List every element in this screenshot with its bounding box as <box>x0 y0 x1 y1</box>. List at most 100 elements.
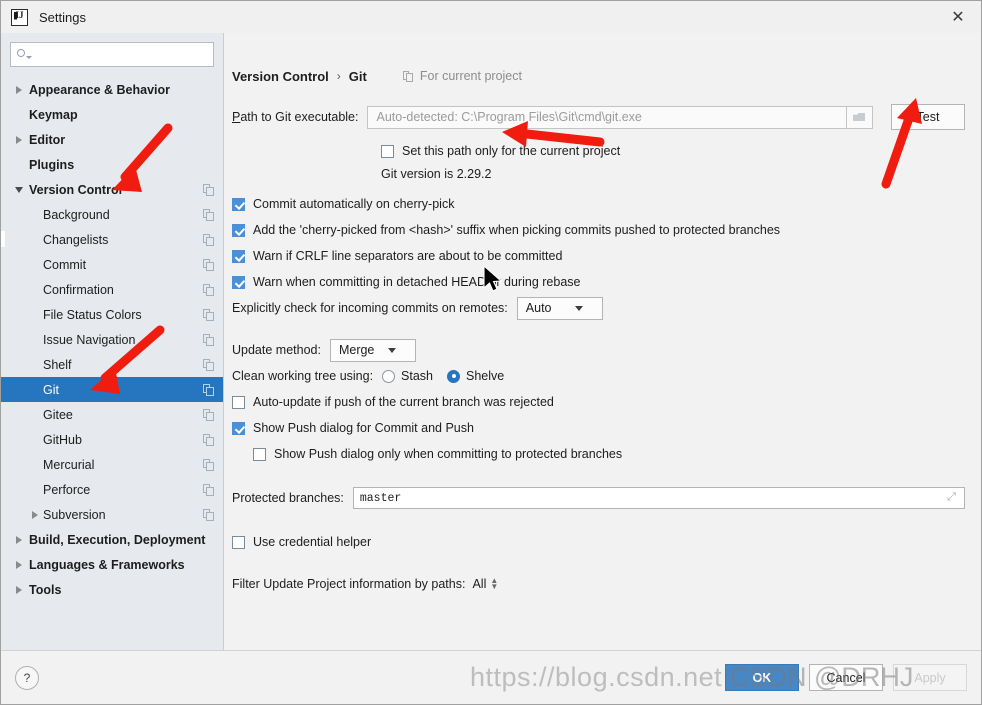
git-option-label: Add the 'cherry-picked from <hash>' suff… <box>253 223 781 237</box>
sidebar-item-appearance-behavior[interactable]: Appearance & Behavior <box>1 77 223 102</box>
update-method-select[interactable]: Merge <box>329 338 416 362</box>
clean-tree-option[interactable]: Shelve <box>447 369 504 383</box>
chevron-down-icon[interactable] <box>11 187 27 193</box>
protected-branches-input[interactable]: master ⤢ <box>352 487 965 509</box>
ok-button[interactable]: OK <box>725 664 799 691</box>
sidebar-item-tools[interactable]: Tools <box>1 577 223 602</box>
breadcrumb-separator: › <box>336 69 341 83</box>
copy-settings-icon[interactable] <box>203 408 215 421</box>
sidebar-item-git[interactable]: Git <box>1 377 223 402</box>
sidebar-item-changelists[interactable]: Changelists <box>1 227 223 252</box>
sidebar-item-file-status-colors[interactable]: File Status Colors <box>1 302 223 327</box>
chevron-right-icon[interactable] <box>11 86 27 94</box>
expand-icon[interactable]: ⤢ <box>947 492 958 504</box>
sidebar-item-commit[interactable]: Commit <box>1 252 223 277</box>
footer-button-group: OK Cancel Apply <box>715 664 967 691</box>
search-icon <box>17 48 32 61</box>
breadcrumb-root[interactable]: Version Control <box>232 69 329 84</box>
close-icon[interactable]: ✕ <box>935 1 981 32</box>
show-push-protected-row[interactable]: Show Push dialog only when committing to… <box>232 441 965 467</box>
chevron-right-icon[interactable] <box>11 586 27 594</box>
git-option-checkbox[interactable] <box>232 223 245 237</box>
incoming-commits-select[interactable]: Auto <box>516 296 603 320</box>
sidebar-item-plugins[interactable]: Plugins <box>1 152 223 177</box>
chevron-down-icon <box>381 348 403 353</box>
copy-settings-icon[interactable] <box>203 233 215 246</box>
sidebar-item-languages-frameworks[interactable]: Languages & Frameworks <box>1 552 223 577</box>
copy-settings-icon[interactable] <box>203 333 215 346</box>
copy-settings-icon[interactable] <box>203 183 215 196</box>
protected-branches-row: Protected branches: master ⤢ <box>232 483 965 513</box>
help-button[interactable]: ? <box>15 665 39 690</box>
git-option-row[interactable]: Add the 'cherry-picked from <hash>' suff… <box>232 217 965 243</box>
protected-branches-value: master <box>359 491 402 505</box>
sidebar-item-github[interactable]: GitHub <box>1 427 223 452</box>
chevron-right-icon[interactable] <box>27 511 43 519</box>
show-push-dialog-checkbox[interactable] <box>232 421 245 435</box>
sidebar-item-keymap[interactable]: Keymap <box>1 102 223 127</box>
cancel-button[interactable]: Cancel <box>809 664 883 691</box>
copy-settings-icon[interactable] <box>203 458 215 471</box>
copy-settings-icon[interactable] <box>203 383 215 396</box>
sidebar-item-label: Changelists <box>43 232 109 247</box>
sidebar-item-version-control[interactable]: Version Control <box>1 177 223 202</box>
filter-paths-stepper[interactable]: All ▲ ▼ <box>472 577 498 592</box>
git-option-row[interactable]: Warn when committing in detached HEAD or… <box>232 269 965 295</box>
clean-tree-option[interactable]: Stash <box>382 369 433 383</box>
git-executable-input[interactable]: Auto-detected: C:\Program Files\Git\cmd\… <box>367 105 847 129</box>
copy-settings-icon[interactable] <box>203 433 215 446</box>
radio-button[interactable] <box>382 369 396 383</box>
chevron-right-icon[interactable] <box>11 136 27 144</box>
credential-helper-row[interactable]: Use credential helper <box>232 529 965 555</box>
git-option-checkbox[interactable] <box>232 197 245 211</box>
window-title: Settings <box>39 9 86 25</box>
sidebar-item-gitee[interactable]: Gitee <box>1 402 223 427</box>
credential-helper-checkbox[interactable] <box>232 535 245 549</box>
sidebar-item-label: Editor <box>29 132 66 147</box>
test-button[interactable]: Test <box>891 104 965 130</box>
sidebar-item-background[interactable]: Background <box>1 202 223 227</box>
show-push-dialog-row[interactable]: Show Push dialog for Commit and Push <box>232 415 965 441</box>
breadcrumb-leaf: Git <box>348 68 367 84</box>
sidebar-item-build-execution-deployment[interactable]: Build, Execution, Deployment <box>1 527 223 552</box>
git-option-row[interactable]: Warn if CRLF line separators are about t… <box>232 243 965 269</box>
copy-settings-icon[interactable] <box>203 208 215 221</box>
copy-settings-icon[interactable] <box>203 483 215 496</box>
auto-update-row[interactable]: Auto-update if push of the current branc… <box>232 389 965 415</box>
radio-button[interactable] <box>447 369 461 383</box>
sidebar-item-perforce[interactable]: Perforce <box>1 477 223 502</box>
sidebar-search-wrap <box>1 42 223 77</box>
clean-tree-option-label: Stash <box>401 369 434 383</box>
sidebar-item-mercurial[interactable]: Mercurial <box>1 452 223 477</box>
browse-folder-button[interactable] <box>847 105 873 129</box>
sidebar-item-issue-navigation[interactable]: Issue Navigation <box>1 327 223 352</box>
git-executable-row: Path to Git executable: Auto-detected: C… <box>232 104 965 130</box>
copy-settings-icon[interactable] <box>203 358 215 371</box>
git-version-text: Git version is 2.29.2 <box>381 167 492 181</box>
sidebar-item-editor[interactable]: Editor <box>1 127 223 152</box>
copy-settings-icon[interactable] <box>203 283 215 296</box>
auto-update-checkbox[interactable] <box>232 395 245 409</box>
copy-settings-icon[interactable] <box>203 258 215 271</box>
copy-settings-icon[interactable] <box>203 508 215 521</box>
sidebar-item-subversion[interactable]: Subversion <box>1 502 223 527</box>
sidebar-item-label: File Status Colors <box>43 307 142 322</box>
set-path-current-project-row[interactable]: Set this path only for the current proje… <box>381 139 965 163</box>
chevron-right-icon[interactable] <box>11 561 27 569</box>
git-option-checkbox[interactable] <box>232 249 245 263</box>
sidebar-item-shelf[interactable]: Shelf <box>1 352 223 377</box>
show-push-protected-checkbox[interactable] <box>253 447 266 461</box>
sidebar-item-confirmation[interactable]: Confirmation <box>1 277 223 302</box>
search-input[interactable] <box>10 42 214 67</box>
chevron-right-icon[interactable] <box>11 536 27 544</box>
git-option-row[interactable]: Commit automatically on cherry-pick <box>232 191 965 217</box>
incoming-commits-row: Explicitly check for incoming commits on… <box>232 295 965 321</box>
git-option-checkbox[interactable] <box>232 275 245 289</box>
show-push-dialog-label: Show Push dialog for Commit and Push <box>253 421 474 435</box>
copy-settings-icon[interactable] <box>203 308 215 321</box>
apply-button[interactable]: Apply <box>893 664 967 691</box>
set-path-checkbox[interactable] <box>381 144 394 158</box>
settings-sidebar: Appearance & Behavior Keymap Editor Plugins… <box>1 33 224 650</box>
